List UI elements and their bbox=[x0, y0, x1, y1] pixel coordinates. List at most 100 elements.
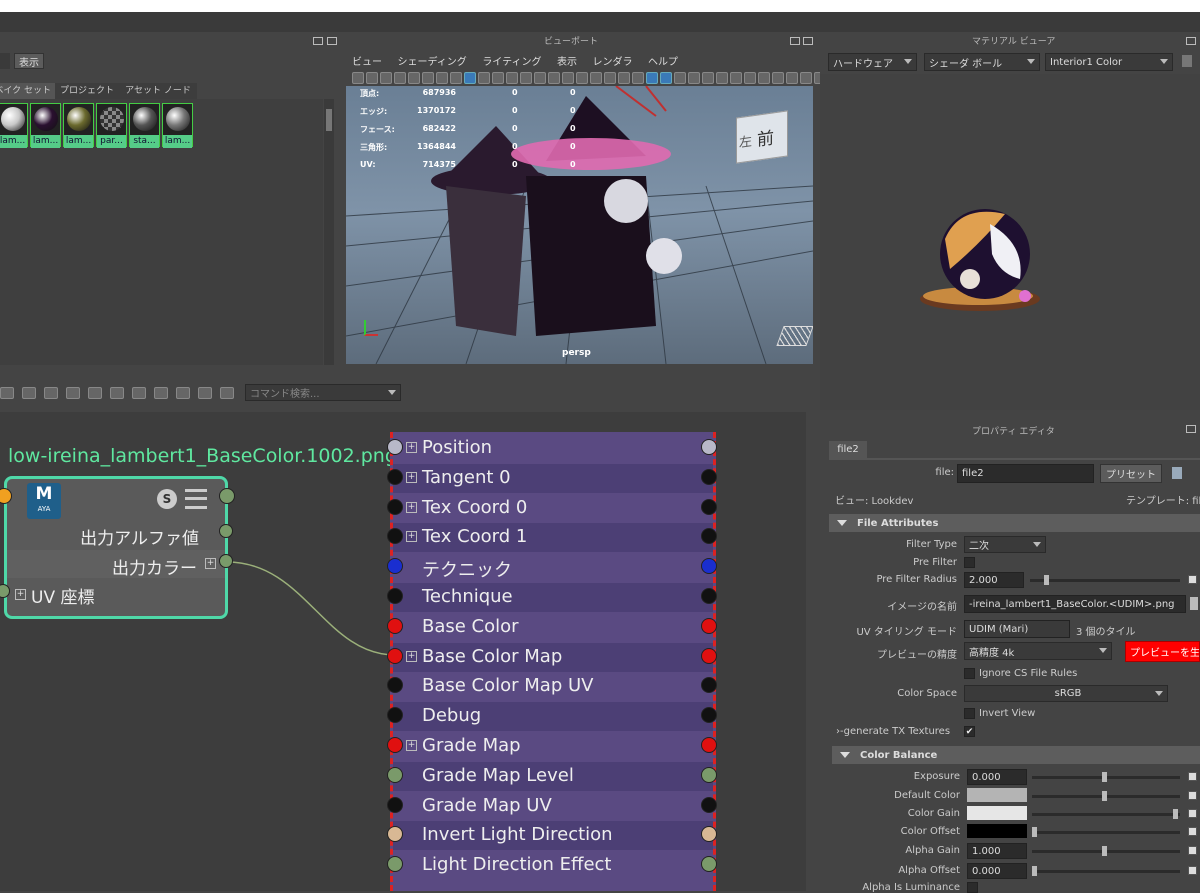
mv-save-icon[interactable] bbox=[1182, 55, 1192, 67]
shader-port-right[interactable] bbox=[701, 766, 717, 783]
alpha-offset-slider[interactable] bbox=[1032, 866, 1180, 876]
viewport-tool-icon[interactable] bbox=[534, 72, 546, 84]
out-alpha-port[interactable] bbox=[219, 524, 233, 538]
uv-tiling-field[interactable]: UDIM (Mari) bbox=[964, 620, 1070, 638]
viewport-tool-icon[interactable] bbox=[520, 72, 532, 84]
slider-knob[interactable] bbox=[1032, 827, 1037, 837]
shader-port-right[interactable] bbox=[701, 498, 717, 515]
tab-bake-set[interactable]: ベイク セット bbox=[0, 83, 55, 99]
viewport-tool-icon[interactable] bbox=[408, 72, 420, 84]
pre-filter-radius-field[interactable]: 2.000 bbox=[964, 572, 1024, 588]
shader-port-right[interactable] bbox=[701, 439, 717, 455]
node-editor-tool-icon[interactable] bbox=[88, 387, 102, 399]
viewport-tool-icon[interactable] bbox=[394, 72, 406, 84]
expand-icon[interactable]: + bbox=[406, 650, 417, 662]
viewport-tool-icon[interactable] bbox=[492, 72, 504, 84]
color-offset-slider[interactable] bbox=[1032, 827, 1180, 837]
material-swatch[interactable]: lam... bbox=[162, 103, 193, 148]
expand-icon[interactable]: + bbox=[205, 558, 216, 569]
viewport-tool-icon[interactable] bbox=[646, 72, 658, 84]
view-cube[interactable]: 左 前 bbox=[736, 110, 788, 164]
slider-knob[interactable] bbox=[1044, 575, 1049, 585]
shader-port-left[interactable] bbox=[387, 647, 403, 664]
node-editor-tool-icon[interactable] bbox=[132, 387, 146, 399]
pre-filter-checkbox[interactable] bbox=[964, 557, 975, 568]
float-icon[interactable] bbox=[313, 37, 323, 45]
viewport-tool-icon[interactable] bbox=[604, 72, 616, 84]
shape-dropdown[interactable]: シェーダ ボール bbox=[924, 53, 1040, 71]
browse-folder-icon[interactable] bbox=[1190, 597, 1198, 610]
slider-knob[interactable] bbox=[1032, 866, 1037, 876]
shader-port-right[interactable] bbox=[701, 796, 717, 813]
material-swatch[interactable]: lam... bbox=[63, 103, 94, 148]
viewport-tool-icon[interactable] bbox=[786, 72, 798, 84]
environment-dropdown[interactable]: Interior1 Color bbox=[1045, 53, 1173, 71]
viewport-tool-icon[interactable] bbox=[464, 72, 476, 84]
expand-icon[interactable]: + bbox=[406, 531, 417, 543]
invert-view-checkbox[interactable] bbox=[964, 708, 975, 719]
color-space-dropdown[interactable]: sRGB bbox=[964, 685, 1168, 702]
shader-port-left[interactable] bbox=[387, 737, 403, 753]
shader-port-left[interactable] bbox=[387, 468, 403, 485]
viewport-tool-icon[interactable] bbox=[744, 72, 756, 84]
node-editor-tool-icon[interactable] bbox=[0, 387, 14, 399]
viewport-tool-icon[interactable] bbox=[366, 72, 378, 84]
viewport-tool-icon[interactable] bbox=[688, 72, 700, 84]
renderer-dropdown[interactable]: ハードウェア bbox=[828, 53, 917, 71]
viewport-tool-icon[interactable] bbox=[618, 72, 630, 84]
exposure-field[interactable]: 0.000 bbox=[967, 769, 1027, 785]
alpha-offset-field[interactable]: 0.000 bbox=[967, 863, 1027, 879]
viewport-tool-icon[interactable] bbox=[548, 72, 560, 84]
map-button-icon[interactable] bbox=[1188, 827, 1197, 836]
viewport-tool-icon[interactable] bbox=[800, 72, 812, 84]
pe-float-icon[interactable] bbox=[1186, 425, 1196, 433]
color-offset-swatch[interactable] bbox=[967, 824, 1027, 838]
viewport-tool-icon[interactable] bbox=[380, 72, 392, 84]
menu-view[interactable]: ビュー bbox=[352, 57, 382, 68]
viewport-canvas[interactable]: 頂点: 687936 0 0 エッジ: 1370172 0 0 フェース: 682422 0 0 三角形… bbox=[346, 86, 813, 364]
expand-icon[interactable]: + bbox=[406, 501, 417, 513]
show-menu-button[interactable]: 表示 bbox=[14, 53, 44, 69]
material-swatch[interactable]: lam... bbox=[0, 103, 28, 148]
viewport-tool-icon[interactable] bbox=[660, 72, 672, 84]
preset-button[interactable]: プリセット bbox=[1100, 464, 1162, 483]
color-gain-swatch[interactable] bbox=[967, 806, 1027, 820]
viewport-tool-icon[interactable] bbox=[730, 72, 742, 84]
menu-shading[interactable]: シェーディング bbox=[398, 57, 467, 68]
viewport-tool-icon[interactable] bbox=[674, 72, 686, 84]
preview-quality-dropdown[interactable]: 高精度 4k bbox=[964, 642, 1112, 660]
expand-icon[interactable]: + bbox=[406, 471, 417, 483]
material-swatch[interactable]: lam... bbox=[30, 103, 61, 148]
slider-knob[interactable] bbox=[1102, 846, 1107, 856]
shader-port-left[interactable] bbox=[387, 439, 403, 455]
menu-show[interactable]: 表示 bbox=[557, 57, 577, 68]
tab-asset-node[interactable]: アセット ノード bbox=[119, 83, 197, 99]
node-editor-tool-icon[interactable] bbox=[154, 387, 168, 399]
viewport-tool-icon[interactable] bbox=[716, 72, 728, 84]
out-color-port[interactable] bbox=[219, 554, 233, 568]
default-color-slider[interactable] bbox=[1032, 791, 1180, 801]
shader-port-left[interactable] bbox=[387, 498, 403, 515]
viewport-tool-icon[interactable] bbox=[632, 72, 644, 84]
viewport-tool-icon[interactable] bbox=[352, 72, 364, 84]
alpha-luminance-checkbox[interactable] bbox=[967, 882, 978, 893]
file-attributes-section[interactable]: File Attributes bbox=[829, 514, 1200, 532]
viewport-tool-icon[interactable] bbox=[590, 72, 602, 84]
close-icon[interactable] bbox=[327, 37, 337, 45]
shader-port-left[interactable] bbox=[387, 766, 403, 783]
map-button-icon[interactable] bbox=[1188, 866, 1197, 875]
shader-port-right[interactable] bbox=[701, 647, 717, 664]
node-editor-tool-icon[interactable] bbox=[22, 387, 36, 399]
node-editor-tool-icon[interactable] bbox=[44, 387, 58, 399]
dropdown-arrow-icon[interactable] bbox=[0, 53, 10, 69]
menu-renderer[interactable]: レンダラ bbox=[593, 57, 633, 68]
pe-tab-file2[interactable]: file2 bbox=[829, 441, 867, 458]
tab-project[interactable]: プロジェクト bbox=[55, 83, 119, 99]
shader-port-right[interactable] bbox=[701, 737, 717, 753]
expand-icon[interactable]: + bbox=[406, 442, 417, 453]
command-search[interactable]: コマンド検索... bbox=[245, 384, 401, 401]
node-editor-tool-icon[interactable] bbox=[110, 387, 124, 399]
slider-knob[interactable] bbox=[1173, 809, 1178, 819]
shader-port-left[interactable] bbox=[387, 617, 403, 634]
node-editor-tool-icon[interactable] bbox=[220, 387, 234, 399]
